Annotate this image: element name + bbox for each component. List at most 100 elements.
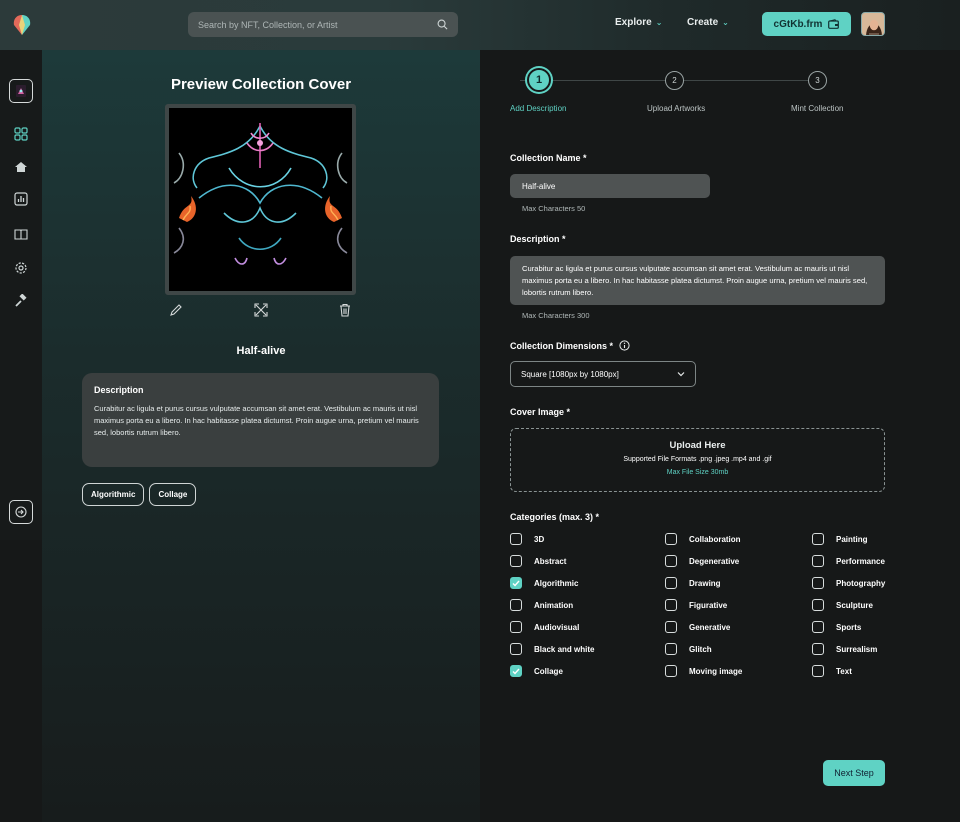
category-checkbox[interactable]: Audiovisual [510,621,579,633]
form-panel: 1 2 3 Add Description Upload Artworks Mi… [480,50,960,822]
category-label: Black and white [534,644,595,654]
category-label: Generative [689,622,731,632]
login-icon[interactable] [9,500,33,524]
category-label: Abstract [534,556,567,566]
cover-image-label: Cover Image * [510,407,571,417]
collection-name: Half-alive [236,345,286,357]
category-checkbox[interactable]: Generative [665,621,730,633]
category-checkbox[interactable]: Collaboration [665,533,741,545]
checkbox-icon[interactable] [812,555,824,567]
step-3-label: Mint Collection [791,104,844,113]
user-avatar[interactable] [861,12,885,36]
collection-name-input[interactable]: Half-alive [510,174,710,198]
description-text: Curabitur ac ligula et purus cursus vulp… [94,404,419,437]
settings-icon[interactable] [12,259,30,277]
tag-collage[interactable]: Collage [149,483,197,506]
category-label: Figurative [689,600,728,610]
dimensions-value: Square [1080px by 1080px] [521,369,619,379]
checkbox-icon[interactable] [665,533,677,545]
stats-icon[interactable] [12,190,30,208]
create-label: Create [687,17,719,28]
category-label: Collage [534,666,563,676]
category-checkbox[interactable]: Moving image [665,665,742,677]
checkbox-icon[interactable] [665,621,677,633]
dimensions-select[interactable]: Square [1080px by 1080px] [510,361,696,387]
category-checkbox[interactable]: Collage [510,665,563,677]
category-checkbox[interactable]: Text [812,665,852,677]
description-input[interactable]: Curabitur ac ligula et purus cursus vulp… [510,256,885,305]
search-bar[interactable] [188,12,458,37]
logo-icon[interactable] [12,14,32,36]
checkbox-icon[interactable] [665,577,677,589]
category-checkbox[interactable]: Figurative [665,599,727,611]
explore-menu[interactable]: Explore ⌄ [615,17,662,28]
wallet-button[interactable]: cGtKb.frm [762,12,851,36]
search-icon[interactable] [437,19,448,30]
grid-icon[interactable] [12,125,30,143]
gavel-icon[interactable] [12,292,30,310]
checkbox-icon[interactable] [510,533,522,545]
description-heading: Description [94,385,144,395]
step-2[interactable]: 2 [665,71,684,90]
checkbox-icon[interactable] [665,643,677,655]
checkbox-checked-icon[interactable] [510,665,522,677]
checkbox-icon[interactable] [510,643,522,655]
category-checkbox[interactable]: Glitch [665,643,712,655]
category-checkbox[interactable]: Performance [812,555,885,567]
description-label: Description * [510,234,566,244]
tag-algorithmic[interactable]: Algorithmic [82,483,145,506]
checkbox-icon[interactable] [812,577,824,589]
category-checkbox[interactable]: Animation [510,599,573,611]
step-3[interactable]: 3 [808,71,827,90]
create-menu[interactable]: Create ⌄ [687,17,729,28]
category-checkbox[interactable]: Black and white [510,643,594,655]
checkbox-icon[interactable] [510,555,522,567]
category-checkbox[interactable]: 3D [510,533,544,545]
edit-icon[interactable] [169,303,183,317]
chevron-down-icon [677,372,685,377]
category-checkbox[interactable]: Painting [812,533,868,545]
checkbox-icon[interactable] [812,665,824,677]
checkbox-icon[interactable] [812,533,824,545]
checkbox-icon[interactable] [665,555,677,567]
expand-icon[interactable] [254,303,268,317]
collection-icon[interactable] [9,79,33,103]
description-card: Description Curabitur ac ligula et purus… [82,373,439,467]
info-icon[interactable] [619,340,630,351]
book-icon[interactable] [12,225,30,243]
trash-icon[interactable] [338,303,352,317]
upload-dropzone[interactable]: Upload Here Supported File Formats .png … [510,428,885,492]
category-checkbox[interactable]: Surrealism [812,643,877,655]
upload-max-size: Max File Size 30mb [666,469,729,476]
category-label: Collaboration [689,534,741,544]
top-bar: Explore ⌄ Create ⌄ cGtKb.frm [0,0,960,50]
category-label: Performance [836,556,885,566]
step-1[interactable]: 1 [527,68,551,92]
category-checkbox[interactable]: Photography [812,577,885,589]
sidebar [0,50,42,540]
description-hint: Max Characters 300 [522,311,590,320]
checkbox-icon[interactable] [510,621,522,633]
category-checkbox[interactable]: Abstract [510,555,566,567]
category-label: Audiovisual [534,622,580,632]
checkbox-icon[interactable] [812,621,824,633]
search-input[interactable] [198,19,418,30]
marketplace-icon[interactable] [12,158,30,176]
dimensions-label: Collection Dimensions * [510,340,614,351]
category-checkbox[interactable]: Sculpture [812,599,873,611]
category-checkbox[interactable]: Sports [812,621,861,633]
chevron-down-icon: ⌄ [655,18,663,27]
checkbox-icon[interactable] [510,599,522,611]
category-checkbox[interactable]: Algorithmic [510,577,578,589]
checkbox-checked-icon[interactable] [510,577,522,589]
checkbox-icon[interactable] [812,599,824,611]
checkbox-icon[interactable] [665,599,677,611]
category-checkbox[interactable]: Drawing [665,577,721,589]
checkbox-icon[interactable] [812,643,824,655]
preview-title: Preview Collection Cover [170,76,352,93]
category-checkbox[interactable]: Degenerative [665,555,739,567]
checkbox-icon[interactable] [665,665,677,677]
step-1-label: Add Description [510,104,567,113]
category-label: Animation [534,600,574,610]
next-step-button[interactable]: Next Step [823,760,885,786]
